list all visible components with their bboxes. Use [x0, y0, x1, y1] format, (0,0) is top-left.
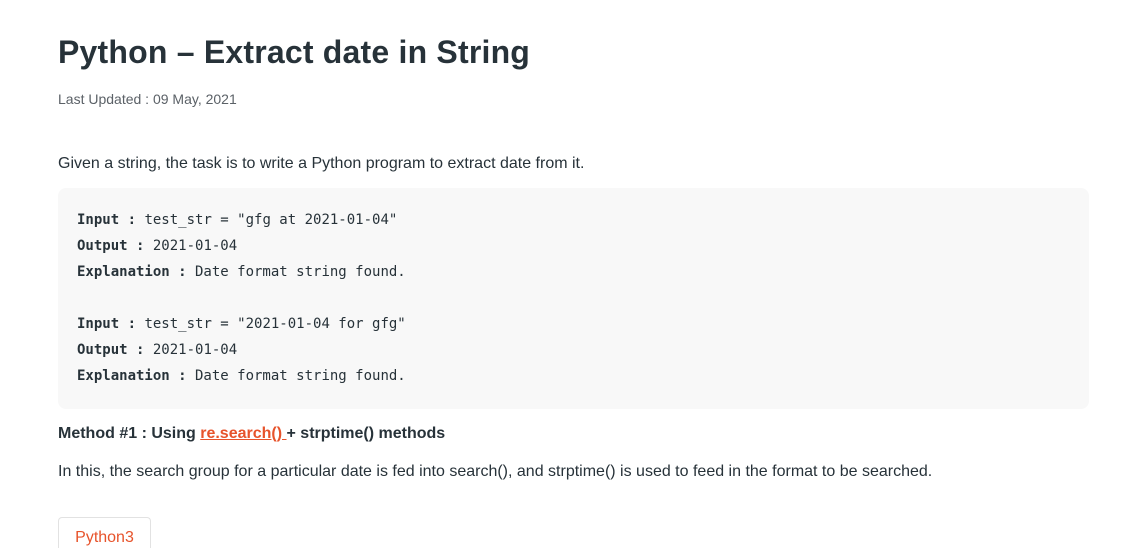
last-updated: Last Updated : 09 May, 2021: [58, 91, 237, 107]
explanation-label: Explanation :: [77, 264, 187, 280]
output-value: 2021-01-04: [144, 342, 238, 358]
output-label: Output :: [77, 342, 145, 358]
input-label: Input :: [77, 212, 137, 228]
method-description: In this, the search group for a particul…: [58, 463, 933, 480]
tab-python3[interactable]: Python3: [58, 517, 151, 548]
method-suffix: + strptime() methods: [286, 425, 446, 442]
explanation-value: Date format string found.: [186, 264, 406, 280]
input-label: Input :: [77, 316, 137, 332]
output-label: Output :: [77, 238, 145, 254]
example-2-input: Input : test_str = "2021-01-04 for gfg": [77, 314, 1070, 340]
example-code-block: Input : test_str = "gfg at 2021-01-04" O…: [58, 188, 1089, 409]
code-spacer: [77, 288, 1070, 314]
output-value: 2021-01-04: [144, 238, 238, 254]
example-2-output: Output : 2021-01-04: [77, 340, 1070, 366]
method-heading: Method #1 : Using re.search() + strptime…: [58, 425, 445, 443]
example-1-input: Input : test_str = "gfg at 2021-01-04": [77, 210, 1070, 236]
explanation-label: Explanation :: [77, 368, 187, 384]
input-value: test_str = "2021-01-04 for gfg": [136, 316, 406, 332]
method-prefix: Method #1 : Using: [58, 425, 201, 442]
explanation-value: Date format string found.: [186, 368, 406, 384]
intro-paragraph: Given a string, the task is to write a P…: [58, 155, 585, 172]
example-1-output: Output : 2021-01-04: [77, 236, 1070, 262]
example-2-explanation: Explanation : Date format string found.: [77, 366, 1070, 392]
re-search-link[interactable]: re.search(): [200, 425, 286, 442]
example-1-explanation: Explanation : Date format string found.: [77, 262, 1070, 288]
page-title: Python – Extract date in String: [58, 34, 531, 70]
input-value: test_str = "gfg at 2021-01-04": [136, 212, 398, 228]
